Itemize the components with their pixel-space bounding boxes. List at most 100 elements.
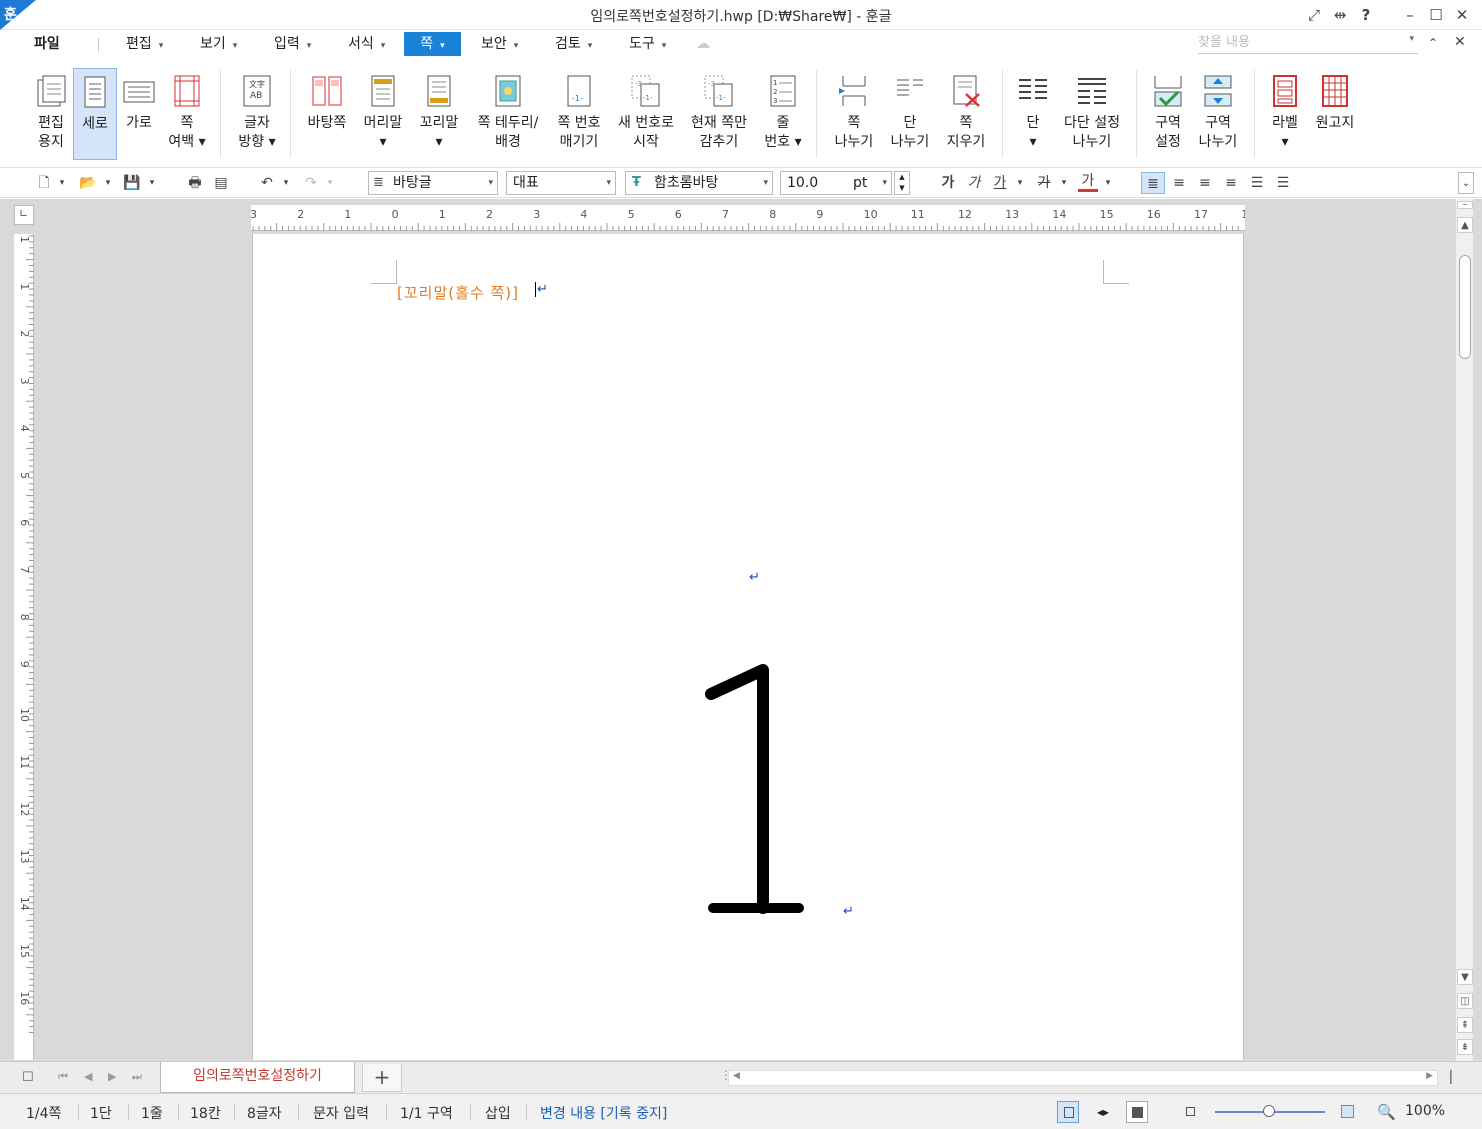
vertical-scroll-thumb[interactable]: [1459, 255, 1471, 359]
underline-button[interactable]: 가: [990, 172, 1010, 194]
ribbon-label-button[interactable]: 라벨 ▾: [1264, 68, 1306, 160]
scroll-left-icon[interactable]: ◀: [733, 1071, 740, 1081]
font-size-spinner[interactable]: ▲ ▼: [894, 171, 910, 195]
zoom-slider-thumb[interactable]: [1263, 1105, 1275, 1117]
cloud-icon[interactable]: ☁: [696, 36, 710, 52]
ribbon-multi-column-button[interactable]: 다단 설정 나누기: [1058, 68, 1126, 160]
search-field[interactable]: ▾: [1198, 32, 1418, 54]
ribbon-section-break-button[interactable]: 구역 나누기: [1194, 68, 1242, 160]
view-page-icon[interactable]: [1057, 1101, 1079, 1123]
ribbon-portrait-button[interactable]: 세로: [73, 68, 117, 160]
font-select[interactable]: Ŧ 함초롬바탕 ▾: [625, 171, 773, 195]
splitter-handle[interactable]: –: [1457, 200, 1473, 210]
color-dropdown-icon[interactable]: ▾: [1102, 172, 1114, 194]
font-color-button[interactable]: 가: [1078, 172, 1098, 192]
font-size-field[interactable]: 10.0 pt ▾: [780, 171, 892, 195]
tab-list-icon[interactable]: ☐: [22, 1070, 34, 1085]
new-dropdown-icon[interactable]: ▾: [56, 172, 68, 194]
ribbon-new-number-button[interactable]: -3- -1- 새 번호로 시작: [612, 68, 680, 160]
help-icon[interactable]: ?: [1356, 6, 1376, 24]
ribbon-hide-page-button[interactable]: -3- -1- 현재 쪽만 감추기: [684, 68, 754, 160]
menu-page[interactable]: 쪽 ▾: [404, 32, 461, 56]
vertical-scrollbar[interactable]: – ▲ ▼ ◫ ⇞ ⇟: [1455, 199, 1473, 1061]
next-page-icon[interactable]: ⇟: [1457, 1039, 1473, 1055]
page-view-icon[interactable]: ◫: [1457, 993, 1473, 1009]
menu-format[interactable]: 서식 ▾: [348, 32, 385, 56]
horizontal-scrollbar[interactable]: ◀ ▶: [728, 1070, 1438, 1086]
split-view-icon[interactable]: ⇹: [1330, 6, 1350, 24]
search-dropdown-icon[interactable]: ▾: [1409, 34, 1414, 44]
new-document-icon[interactable]: 🗋: [34, 172, 54, 194]
align-split-icon[interactable]: ☰: [1271, 172, 1295, 194]
document-page[interactable]: [꼬리말(홀수 쪽)] ↵ ↵ 1 ↵: [252, 234, 1244, 1060]
zoom-out-icon[interactable]: [1180, 1101, 1202, 1123]
close-icon[interactable]: ✕: [1452, 6, 1472, 24]
language-select[interactable]: 대표 ▾: [506, 171, 616, 195]
style-select[interactable]: ≣ 바탕글 ▾: [368, 171, 498, 195]
ribbon-paper-button[interactable]: 편집 용지: [30, 68, 72, 160]
align-center-icon[interactable]: ≡: [1193, 172, 1217, 194]
ribbon-page-number-button[interactable]: -1- 쪽 번호 매기기: [550, 68, 608, 160]
ribbon-columns-button[interactable]: 단 ▾: [1012, 68, 1054, 160]
redo-dropdown-icon[interactable]: ▾: [324, 172, 336, 194]
close-doc-icon[interactable]: ✕: [1454, 34, 1466, 50]
ribbon-section-setting-button[interactable]: 구역 설정: [1146, 68, 1190, 160]
maximize-icon[interactable]: ☐: [1426, 6, 1446, 24]
view-width-icon[interactable]: ◂▸: [1092, 1101, 1114, 1123]
menu-file[interactable]: 파일: [34, 32, 60, 56]
ribbon-manuscript-button[interactable]: 원고지: [1310, 68, 1360, 160]
status-insert-mode[interactable]: 삽입: [485, 1103, 511, 1123]
menu-security[interactable]: 보안 ▾: [481, 32, 518, 56]
ribbon-text-direction-button[interactable]: 文字 AB 글자 방향 ▾: [234, 68, 280, 160]
scroll-up-icon[interactable]: ▲: [1457, 217, 1473, 233]
ribbon-page-break-button[interactable]: 쪽 나누기: [828, 68, 880, 160]
status-page[interactable]: 1/4쪽: [26, 1103, 61, 1123]
vertical-ruler[interactable]: 1 1 2 3 4 5 6 7 8 9 10 11 12 13 14 15 16: [14, 234, 34, 1060]
ribbon-footer-button[interactable]: 꼬리말 ▾: [414, 68, 464, 160]
strikethrough-button[interactable]: 가: [1034, 172, 1054, 194]
prev-tab-icon[interactable]: ◀: [84, 1070, 92, 1083]
redo-icon[interactable]: ↷: [300, 172, 322, 194]
bold-button[interactable]: 가: [938, 172, 958, 194]
underline-dropdown-icon[interactable]: ▾: [1014, 172, 1026, 194]
open-folder-icon[interactable]: 📂: [76, 172, 100, 194]
ribbon-column-break-button[interactable]: 단 나누기: [884, 68, 936, 160]
ribbon-master-page-button[interactable]: 바탕쪽: [302, 68, 352, 160]
fullscreen-icon[interactable]: ⤢: [1304, 6, 1324, 24]
previous-page-icon[interactable]: ⇞: [1457, 1017, 1473, 1033]
status-track-changes[interactable]: 변경 내용 [기록 중지]: [540, 1103, 667, 1123]
save-icon[interactable]: 💾: [120, 172, 144, 194]
undo-dropdown-icon[interactable]: ▾: [280, 172, 292, 194]
ribbon-delete-page-button[interactable]: 쪽 지우기: [940, 68, 992, 160]
menu-view[interactable]: 보기 ▾: [200, 32, 237, 56]
align-justify-icon[interactable]: ≣: [1141, 172, 1165, 194]
first-tab-icon[interactable]: ⏮: [58, 1070, 68, 1084]
horizontal-ruler[interactable]: 3210123456789101112131415161718: [250, 205, 1255, 231]
status-input-mode[interactable]: 문자 입력: [313, 1103, 369, 1123]
ribbon-line-number-button[interactable]: 123 줄 번호 ▾: [760, 68, 806, 160]
ribbon-header-button[interactable]: 머리말 ▾: [358, 68, 408, 160]
scroll-right-icon[interactable]: ▶: [1426, 1071, 1433, 1081]
align-right-icon[interactable]: ≡: [1219, 172, 1243, 194]
magnifier-icon[interactable]: 🔍: [1377, 1103, 1396, 1121]
ruler-corner[interactable]: ∟: [14, 205, 34, 225]
menu-insert[interactable]: 입력 ▾: [274, 32, 311, 56]
last-tab-icon[interactable]: ⏭: [132, 1070, 142, 1084]
collapse-ribbon-icon[interactable]: ⌃: [1428, 36, 1438, 50]
preview-icon[interactable]: ▤: [210, 172, 232, 194]
menu-tools[interactable]: 도구 ▾: [629, 32, 666, 56]
zoom-in-icon[interactable]: [1337, 1101, 1359, 1123]
print-icon[interactable]: 🖶: [184, 172, 206, 194]
align-left-icon[interactable]: ≡: [1167, 172, 1191, 194]
undo-icon[interactable]: ↶: [256, 172, 278, 194]
save-dropdown-icon[interactable]: ▾: [146, 172, 158, 194]
view-full-icon[interactable]: [1126, 1101, 1148, 1123]
ribbon-margin-button[interactable]: 쪽 여백 ▾: [164, 68, 210, 160]
add-tab-button[interactable]: +: [362, 1064, 402, 1092]
align-distribute-icon[interactable]: ☰: [1245, 172, 1269, 194]
menu-review[interactable]: 검토 ▾: [555, 32, 592, 56]
search-input[interactable]: [1198, 32, 1398, 52]
status-zoom[interactable]: 100%: [1405, 1103, 1445, 1119]
hscroll-splitter-icon[interactable]: ▕: [1442, 1070, 1451, 1084]
strike-dropdown-icon[interactable]: ▾: [1058, 172, 1070, 194]
